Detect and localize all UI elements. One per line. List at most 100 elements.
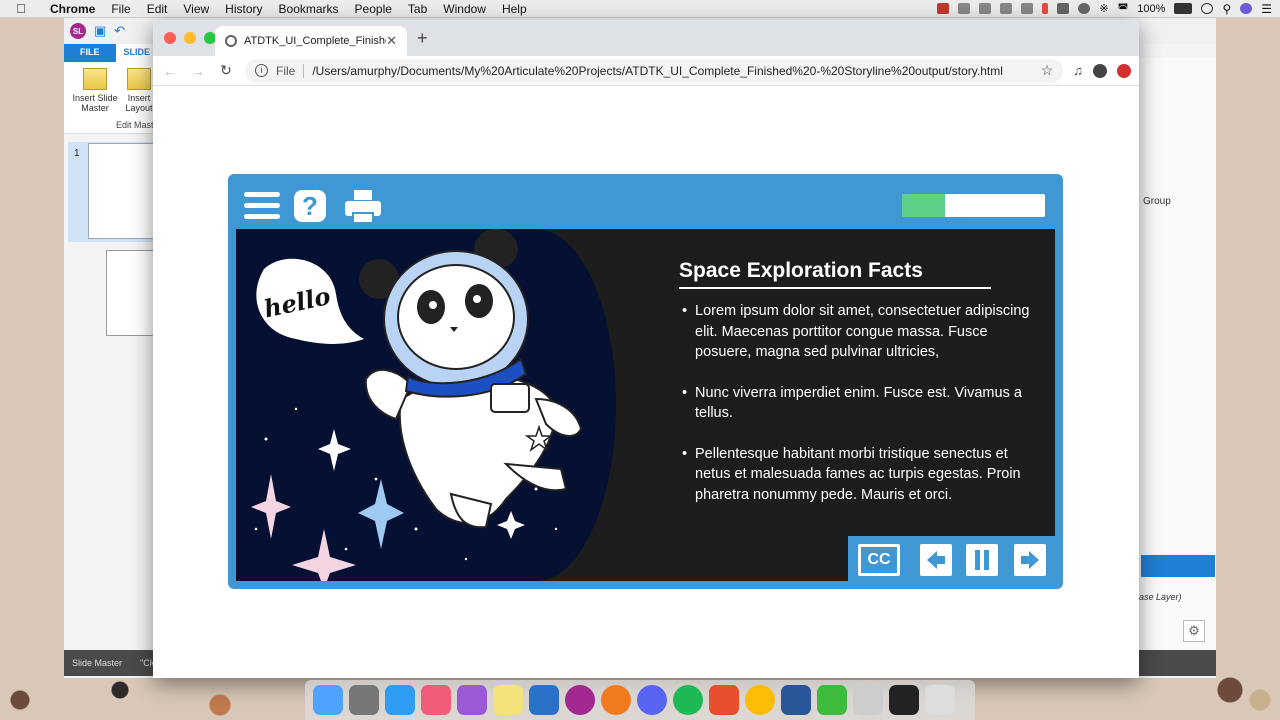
selected-layer-row[interactable]: [1141, 555, 1215, 577]
launchpad-icon[interactable]: [349, 685, 379, 715]
new-tab-button[interactable]: +: [417, 28, 428, 49]
podcasts-icon[interactable]: [457, 685, 487, 715]
menu-window[interactable]: Window: [435, 2, 494, 16]
media-icon[interactable]: ♫: [1073, 63, 1083, 78]
browser-tab[interactable]: ATDTK_UI_Complete_Finished ✕: [215, 26, 407, 56]
close-tab-icon[interactable]: ✕: [386, 33, 397, 49]
browser-toolbar: ← → ↻ i File /Users/amurphy/Documents/My…: [153, 56, 1139, 86]
time-machine-icon[interactable]: [1078, 3, 1091, 14]
flash-icon[interactable]: [601, 685, 631, 715]
pause-icon[interactable]: [1042, 3, 1049, 14]
panda-face: [397, 264, 515, 370]
menu-history[interactable]: History: [217, 2, 270, 16]
siri-icon[interactable]: [1240, 3, 1253, 14]
status-icon[interactable]: [979, 3, 992, 14]
address-bar[interactable]: i File /Users/amurphy/Documents/My%20Art…: [245, 58, 1064, 83]
slide-title: Space Exploration Facts: [679, 259, 991, 289]
url-scheme: File: [276, 63, 305, 78]
safari-icon[interactable]: [385, 685, 415, 715]
discord-icon[interactable]: [637, 685, 667, 715]
music-icon[interactable]: [421, 685, 451, 715]
apple-icon[interactable]: : [0, 1, 42, 16]
menu-bar:  Chrome File Edit View History Bookmark…: [0, 0, 1280, 18]
slide-stage: hello Space Exploration Facts • Lorem ip…: [236, 229, 1055, 581]
suit-control-panel: [490, 383, 530, 413]
back-icon[interactable]: ←: [161, 63, 179, 79]
undo-icon[interactable]: ↶: [114, 23, 125, 39]
menu-file[interactable]: File: [103, 2, 138, 16]
right-panel: Group ase Layer) ⚙: [1138, 58, 1216, 650]
record-icon[interactable]: [937, 3, 950, 14]
preview-icon[interactable]: [853, 685, 883, 715]
notification-center-icon[interactable]: ☰: [1261, 2, 1272, 16]
terminal-icon[interactable]: [889, 685, 919, 715]
sparkle-icon: [358, 479, 404, 549]
insert-slide-master-button[interactable]: Insert Slide Master: [70, 68, 120, 113]
list-item: Pellentesque habitant morbi tristique se…: [682, 444, 1032, 506]
pause-button[interactable]: [966, 544, 998, 576]
airplay-icon[interactable]: [1057, 3, 1070, 14]
tab-title: ATDTK_UI_Complete_Finished: [244, 35, 387, 47]
profile-icon[interactable]: [1093, 63, 1107, 78]
menu-help[interactable]: Help: [494, 2, 535, 16]
ribbon-group-label: Edit Mast: [116, 120, 154, 130]
reload-icon[interactable]: ↻: [217, 62, 235, 79]
insert-layout-button[interactable]: Insert Layout: [122, 68, 156, 113]
close-window-icon[interactable]: [164, 32, 176, 44]
layout-thumbnail[interactable]: [106, 250, 154, 336]
finder-icon[interactable]: [313, 685, 343, 715]
print-icon[interactable]: [345, 190, 381, 224]
status-icon[interactable]: [1000, 3, 1013, 14]
playback-controls: CC: [848, 536, 1055, 581]
menu-app-name[interactable]: Chrome: [42, 2, 103, 16]
gear-icon[interactable]: ⚙: [1183, 620, 1205, 642]
storyline-app-icon[interactable]: [529, 685, 559, 715]
update-icon[interactable]: [1117, 63, 1131, 78]
dnd-icon[interactable]: [1201, 3, 1214, 14]
notes-icon[interactable]: [493, 685, 523, 715]
info-icon[interactable]: i: [255, 64, 268, 77]
wifi-icon[interactable]: ◚: [1118, 2, 1129, 15]
progress-bar-fill: [902, 194, 945, 217]
storyline-icon[interactable]: [565, 685, 595, 715]
slide-thumbnail[interactable]: [88, 143, 154, 239]
group-label: Group: [1143, 196, 1171, 207]
word-icon[interactable]: [781, 685, 811, 715]
spotify-icon[interactable]: [673, 685, 703, 715]
chrome-icon[interactable]: [745, 685, 775, 715]
menu-view[interactable]: View: [175, 2, 217, 16]
url-text[interactable]: /Users/amurphy/Documents/My%20Articulate…: [312, 64, 1032, 78]
closed-captions-button[interactable]: CC: [858, 544, 900, 576]
previous-button[interactable]: [920, 544, 952, 576]
menu-people[interactable]: People: [347, 2, 400, 16]
insert-slide-master-label: Insert Slide Master: [72, 93, 118, 113]
slide-number: 1: [74, 148, 80, 159]
sparkle-icon: [497, 511, 525, 539]
menu-icon[interactable]: [244, 192, 280, 220]
trash-icon[interactable]: [925, 685, 955, 715]
spotlight-icon[interactable]: ⚲: [1222, 2, 1231, 16]
status-icon[interactable]: [958, 3, 971, 14]
menu-bookmarks[interactable]: Bookmarks: [271, 2, 347, 16]
bookmark-star-icon[interactable]: ☆: [1041, 62, 1054, 79]
status-icon[interactable]: [1021, 3, 1034, 14]
bluetooth-icon[interactable]: ※: [1099, 2, 1108, 15]
menu-tab[interactable]: Tab: [400, 2, 435, 16]
help-icon[interactable]: ?: [294, 190, 326, 222]
menu-edit[interactable]: Edit: [139, 2, 176, 16]
layout-icon: [127, 68, 151, 90]
next-button[interactable]: [1014, 544, 1046, 576]
forward-icon[interactable]: →: [189, 63, 207, 79]
globe-icon: [225, 35, 237, 47]
save-icon[interactable]: ▣: [94, 23, 106, 39]
office-icon[interactable]: [709, 685, 739, 715]
window-controls: [164, 32, 216, 44]
storyline-logo-icon: SL: [70, 23, 86, 39]
minimize-window-icon[interactable]: [184, 32, 196, 44]
bullet-list: Lorem ipsum dolor sit amet, consectetuer…: [682, 301, 1032, 525]
battery-icon[interactable]: [1174, 3, 1193, 14]
pause-icon: [984, 550, 989, 570]
tab-file[interactable]: FILE: [64, 44, 116, 62]
camtasia-icon[interactable]: [817, 685, 847, 715]
battery-percent: 100%: [1137, 2, 1166, 15]
